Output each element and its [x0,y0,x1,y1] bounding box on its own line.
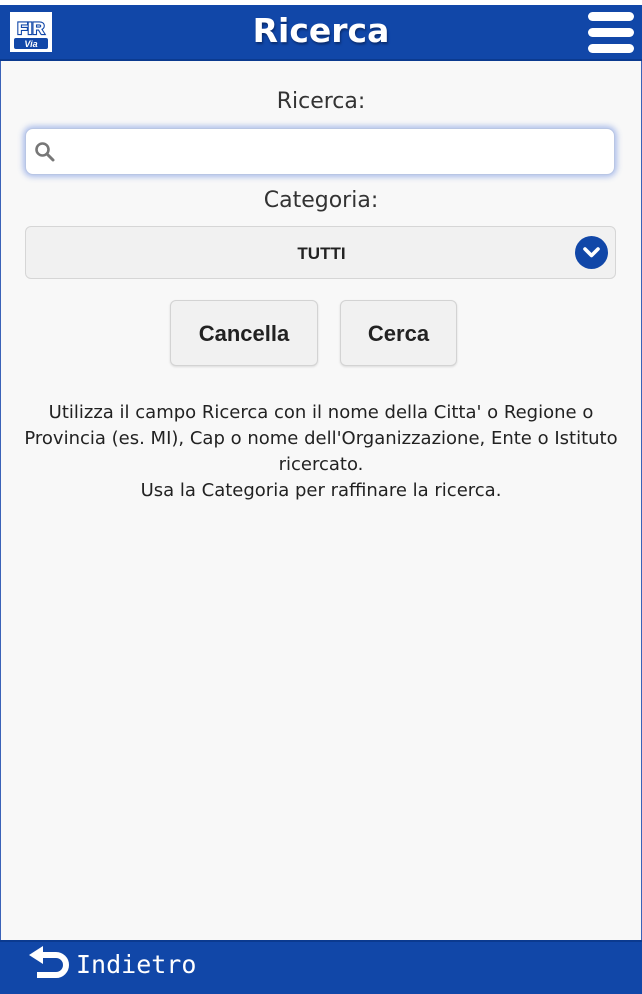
category-selected-value: TUTTI [297,244,346,263]
help-text: Utilizza il campo Ricerca con il nome de… [18,400,624,504]
back-label: Indietro [76,950,197,979]
search-label: Ricerca: [276,89,366,114]
cancel-button[interactable]: Cancella [170,300,318,366]
search-field[interactable] [25,128,615,175]
hamburger-menu-icon[interactable] [588,12,634,54]
page-title: Ricerca [252,11,390,50]
help-text-line: Usa la Categoria per raffinare la ricerc… [140,480,502,501]
search-button[interactable]: Cerca [340,300,457,366]
category-label: Categoria: [263,188,379,213]
back-arrow-icon [29,946,69,978]
search-input[interactable] [64,135,608,171]
footer-bar: Indietro [0,940,642,994]
category-select[interactable]: TUTTI [25,226,616,279]
search-icon [35,142,55,162]
header-bar: FIR Via Ricerca [0,5,642,61]
help-text-line: Utilizza il campo Ricerca con il nome de… [24,402,618,475]
chevron-down-icon [575,236,608,269]
